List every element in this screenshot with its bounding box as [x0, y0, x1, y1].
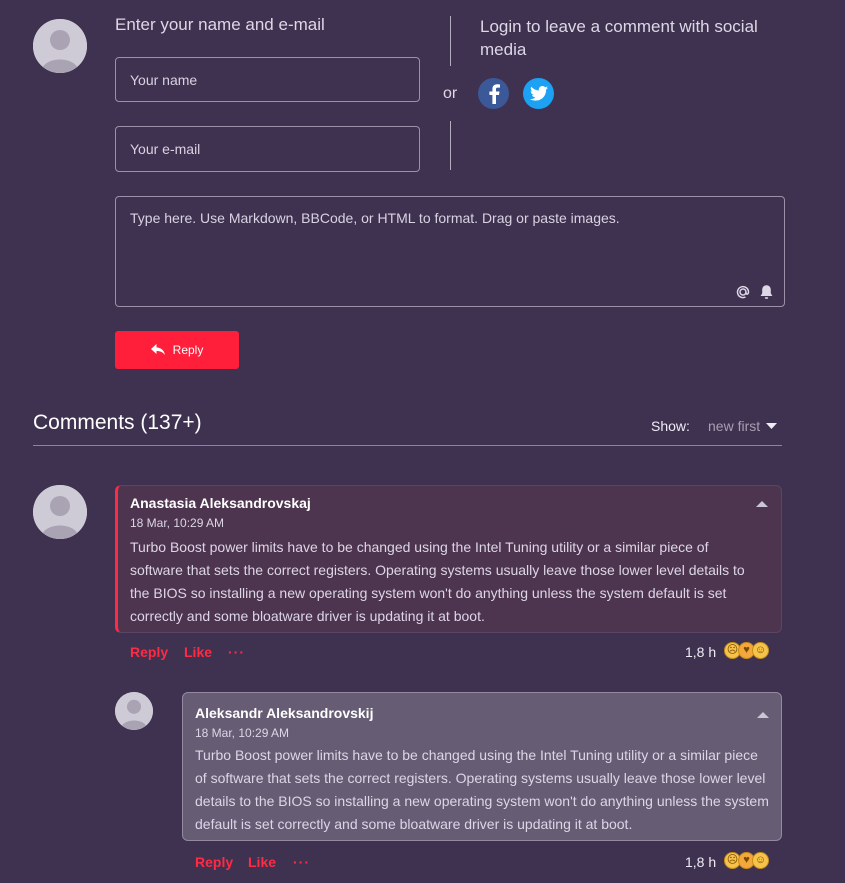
caret-up-icon[interactable]: [756, 501, 768, 507]
message-input[interactable]: [115, 196, 785, 307]
reaction-emoji-icon[interactable]: ☹ ♥ ☺: [724, 852, 774, 870]
user-avatar-icon: [115, 692, 153, 730]
comment-reply-link[interactable]: Reply: [195, 854, 233, 870]
user-avatar-icon: [33, 485, 87, 539]
comments-title: Comments (137+): [33, 411, 202, 434]
more-options-icon[interactable]: ···: [293, 854, 310, 870]
comment-time: 18 Mar, 10:29 AM: [130, 516, 225, 530]
comment-time: 18 Mar, 10:29 AM: [195, 726, 290, 740]
comment-text: Turbo Boost power limits have to be chan…: [195, 747, 769, 832]
more-options-icon[interactable]: ···: [228, 644, 245, 660]
social-login-title: Login to leave a comment with social med…: [480, 17, 758, 59]
user-avatar-icon: [33, 19, 87, 73]
reaction-emoji-icon[interactable]: ☹ ♥ ☺: [724, 642, 774, 660]
divider: [450, 16, 451, 66]
form-title: Enter your name and e-mail: [115, 15, 325, 34]
caret-up-icon[interactable]: [757, 712, 769, 718]
email-field[interactable]: [115, 126, 420, 172]
sort-select[interactable]: new first: [708, 418, 778, 434]
comment-text: Turbo Boost power limits have to be chan…: [130, 539, 745, 624]
comment-like-link[interactable]: Like: [248, 854, 276, 870]
reply-arrow-icon: [150, 344, 165, 355]
sort-value: new first: [708, 418, 761, 434]
comment-age: 1,8 h: [685, 854, 717, 870]
avatar: [115, 692, 153, 730]
at-icon[interactable]: [735, 284, 751, 300]
twitter-icon[interactable]: [523, 78, 554, 109]
comment-age: 1,8 h: [685, 644, 717, 660]
comment-like-link[interactable]: Like: [184, 644, 212, 660]
comment-author[interactable]: Anastasia Aleksandrovskaj: [130, 495, 311, 511]
reply-button-label: Reply: [172, 343, 204, 357]
avatar: [33, 485, 87, 539]
comment-author[interactable]: Aleksandr Aleksandrovskij: [195, 705, 373, 721]
divider: [450, 121, 451, 170]
divider: [33, 445, 782, 446]
comment-reply-link[interactable]: Reply: [130, 644, 168, 660]
caret-down-icon: [766, 423, 778, 429]
reply-button[interactable]: Reply: [115, 331, 239, 369]
avatar: [33, 19, 87, 73]
bell-icon[interactable]: [759, 284, 774, 300]
or-label: or: [443, 85, 458, 102]
facebook-icon[interactable]: [478, 78, 509, 109]
sort-label: Show:: [651, 418, 690, 434]
name-field[interactable]: [115, 57, 420, 102]
